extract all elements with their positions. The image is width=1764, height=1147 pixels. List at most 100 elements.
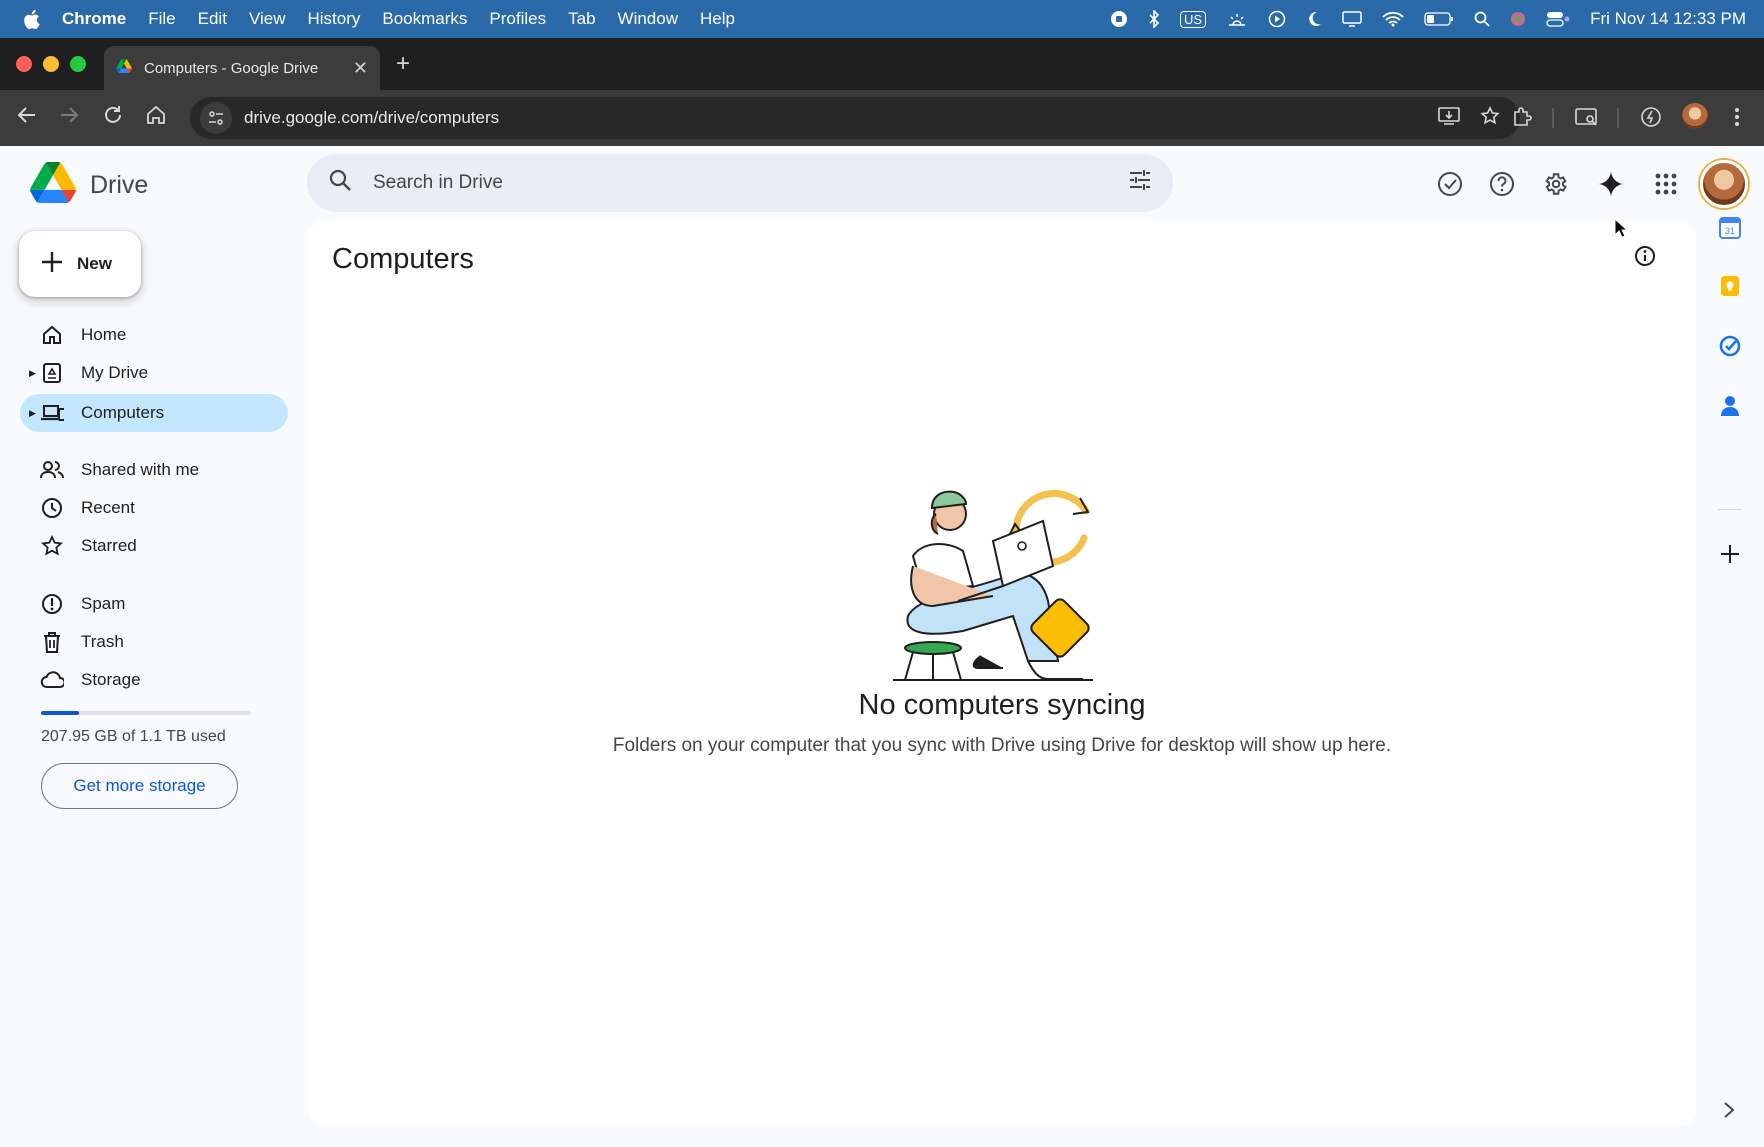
search-options-icon[interactable] [1129, 170, 1151, 196]
window-minimize-button[interactable] [43, 56, 59, 72]
calendar-day-number: 31 [1725, 226, 1735, 236]
search-input[interactable]: Search in Drive [373, 172, 1129, 194]
trash-icon [40, 630, 64, 654]
page-title: Computers [332, 243, 474, 275]
sidebar-item-label: Recent [81, 498, 135, 517]
brightness-icon[interactable] [1226, 11, 1248, 27]
google-apps-icon[interactable] [1652, 170, 1680, 198]
drive-favicon-icon [116, 59, 132, 77]
menu-edit[interactable]: Edit [187, 9, 238, 29]
menu-app-chrome[interactable]: Chrome [62, 9, 137, 29]
performance-icon[interactable] [1640, 106, 1662, 133]
info-icon[interactable] [1634, 245, 1656, 272]
sidebar-item-computers[interactable]: ▶ Computers [20, 394, 288, 432]
window-close-button[interactable] [16, 56, 32, 72]
install-app-icon[interactable] [1438, 106, 1460, 131]
new-tab-button[interactable]: + [396, 50, 410, 78]
moon-icon[interactable] [1306, 10, 1322, 28]
bluetooth-icon[interactable] [1148, 10, 1160, 28]
screen-record-icon[interactable] [1110, 10, 1128, 28]
sidebar-item-label: Spam [81, 594, 126, 613]
reload-icon[interactable] [102, 104, 124, 131]
spotlight-icon[interactable] [1474, 11, 1490, 27]
empty-state-illustration [893, 490, 1093, 681]
calendar-icon[interactable]: 31 [1718, 216, 1742, 240]
spam-icon [40, 592, 64, 616]
chevron-right-icon[interactable] [1722, 1101, 1736, 1124]
display-icon[interactable] [1342, 10, 1362, 28]
tab-close-icon[interactable]: ✕ [353, 58, 368, 79]
offline-ready-icon[interactable] [1436, 170, 1464, 198]
browser-tab-active[interactable]: Computers - Google Drive ✕ [104, 46, 380, 90]
menubar-status-area: US Fri Nov 14 12:33 PM [1110, 0, 1746, 38]
toolbar-divider [1552, 108, 1554, 128]
gemini-sparkle-icon[interactable] [1597, 170, 1625, 198]
menu-bookmarks[interactable]: Bookmarks [371, 9, 478, 29]
reading-mode-icon[interactable] [1575, 106, 1599, 133]
sidebar-item-starred[interactable]: Starred [20, 527, 288, 565]
new-button[interactable]: New [19, 231, 141, 297]
sidebar-item-storage[interactable]: Storage [20, 661, 288, 699]
keep-icon[interactable] [1718, 274, 1742, 298]
address-url[interactable]: drive.google.com/drive/computers [244, 108, 1438, 128]
browser-toolbar: drive.google.com/drive/computers [0, 90, 1764, 146]
sidebar-item-shared[interactable]: Shared with me [20, 451, 288, 489]
back-icon[interactable] [16, 104, 38, 131]
control-center-icon[interactable] [1546, 11, 1570, 27]
menu-tab[interactable]: Tab [557, 9, 606, 29]
address-bar[interactable]: drive.google.com/drive/computers [190, 97, 1520, 139]
star-icon [40, 534, 64, 558]
home-icon[interactable] [145, 104, 167, 131]
sidebar-item-recent[interactable]: Recent [20, 489, 288, 527]
apple-menu-icon[interactable] [0, 9, 62, 30]
storage-usage-fill [41, 711, 79, 715]
sidebar-item-home[interactable]: Home [20, 316, 288, 354]
sidebar-item-spam[interactable]: Spam [20, 585, 288, 623]
drive-logo[interactable]: Drive [30, 162, 148, 208]
site-info-icon[interactable] [200, 102, 232, 134]
storage-usage-text: 207.95 GB of 1.1 TB used [41, 728, 226, 745]
battery-icon[interactable] [1424, 11, 1454, 27]
sidebar-item-label: Trash [81, 632, 124, 651]
menu-profiles[interactable]: Profiles [478, 9, 557, 29]
sidebar-item-label: Computers [81, 403, 165, 422]
chrome-menu-icon[interactable] [1734, 106, 1740, 133]
menu-window[interactable]: Window [607, 9, 689, 29]
home-icon [40, 323, 64, 347]
menu-file[interactable]: File [137, 9, 186, 29]
forward-icon[interactable] [58, 104, 80, 131]
add-addon-icon[interactable] [1718, 542, 1742, 566]
sidebar-item-trash[interactable]: Trash [20, 623, 288, 661]
extensions-icon[interactable] [1511, 106, 1533, 133]
help-icon[interactable] [1488, 170, 1516, 198]
menu-help[interactable]: Help [689, 9, 746, 29]
mouse-cursor-icon [1614, 217, 1629, 243]
siri-icon[interactable] [1510, 11, 1526, 27]
menu-history[interactable]: History [296, 9, 371, 29]
expand-caret-icon[interactable]: ▶ [29, 368, 36, 379]
expand-caret-icon[interactable]: ▶ [29, 408, 36, 419]
wifi-icon[interactable] [1382, 11, 1404, 27]
menubar-clock[interactable]: Fri Nov 14 12:33 PM [1590, 9, 1746, 29]
account-avatar[interactable] [1700, 160, 1748, 208]
profile-avatar-icon[interactable] [1682, 103, 1708, 129]
input-source-icon[interactable]: US [1180, 10, 1207, 28]
window-zoom-button[interactable] [70, 56, 86, 72]
tab-title: Computers - Google Drive [144, 59, 319, 77]
bookmark-star-icon[interactable] [1480, 105, 1500, 131]
search-icon[interactable] [329, 169, 351, 197]
main-content: Computers No computers syncing Folders o… [308, 221, 1696, 1126]
drive-search-bar[interactable]: Search in Drive [307, 154, 1173, 212]
play-icon[interactable] [1268, 10, 1286, 28]
new-button-label: New [77, 254, 112, 273]
get-more-storage-button[interactable]: Get more storage [41, 763, 238, 809]
sidebar-item-label: Storage [81, 670, 141, 689]
contacts-icon[interactable] [1718, 394, 1742, 418]
sidebar-item-my-drive[interactable]: ▶ My Drive [20, 354, 288, 392]
tasks-icon[interactable] [1718, 334, 1742, 358]
side-panel-divider [1718, 509, 1742, 510]
toolbar-divider [1617, 108, 1619, 128]
settings-gear-icon[interactable] [1541, 170, 1569, 198]
empty-state-title: No computers syncing [858, 689, 1146, 721]
menu-view[interactable]: View [238, 9, 297, 29]
